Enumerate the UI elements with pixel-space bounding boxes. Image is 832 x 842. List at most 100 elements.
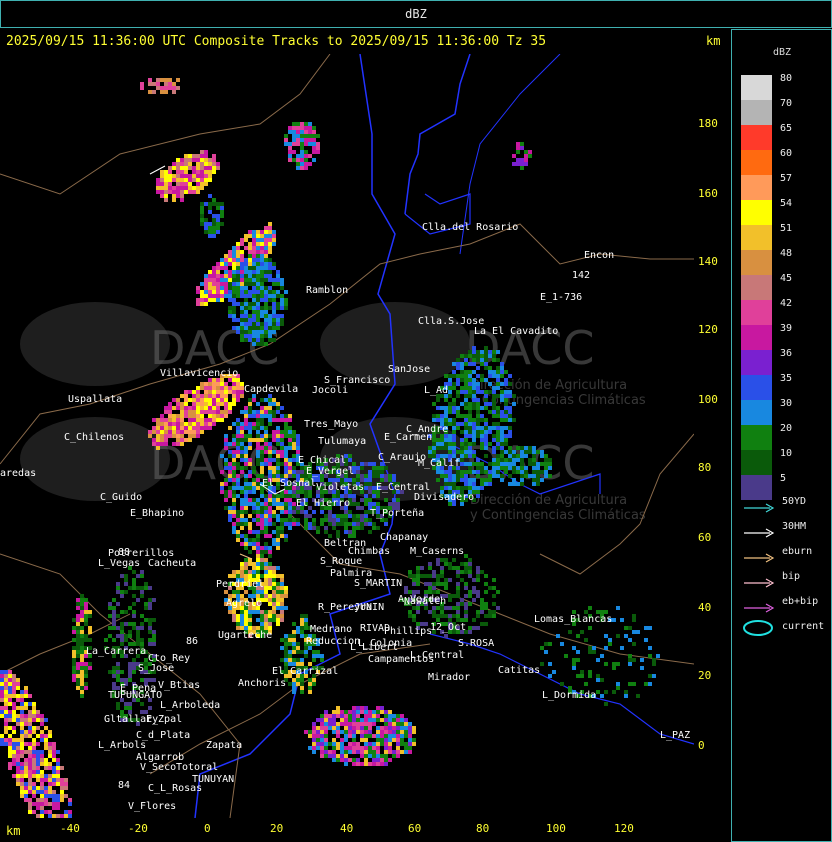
echo-pixel (508, 426, 512, 430)
echo-pixel (244, 466, 248, 470)
echo-pixel (300, 146, 304, 150)
echo-pixel (536, 482, 540, 486)
echo-pixel (348, 726, 352, 730)
echo-pixel (212, 282, 216, 286)
echo-pixel (192, 402, 196, 406)
echo-pixel (308, 122, 312, 126)
echo-pixel (384, 522, 388, 526)
echo-pixel (244, 486, 248, 490)
echo-pixel (212, 390, 216, 394)
echo-pixel (296, 490, 300, 494)
echo-pixel (252, 538, 256, 542)
echo-pixel (276, 410, 280, 414)
echo-pixel (256, 566, 260, 570)
echo-pixel (472, 370, 476, 374)
echo-pixel (180, 174, 184, 178)
echo-pixel (256, 518, 260, 522)
echo-pixel (288, 434, 292, 438)
echo-pixel (260, 414, 264, 418)
echo-pixel (212, 402, 216, 406)
echo-pixel (184, 402, 188, 406)
echo-pixel (272, 450, 276, 454)
echo-pixel (452, 362, 456, 366)
echo-pixel (172, 414, 176, 418)
echo-pixel (224, 442, 228, 446)
echo-pixel (272, 398, 276, 402)
echo-pixel (500, 418, 504, 422)
echo-pixel (228, 462, 232, 466)
echo-pixel (252, 562, 256, 566)
echo-pixel (292, 150, 296, 154)
echo-pixel (504, 466, 508, 470)
echo-pixel (168, 182, 172, 186)
echo-pixel (276, 406, 280, 410)
echo-pixel (212, 154, 216, 158)
echo-pixel (316, 526, 320, 530)
echo-pixel (288, 130, 292, 134)
echo-pixel (540, 462, 544, 466)
echo-pixel (180, 178, 184, 182)
radar-map[interactable]: DACC DACC DACC DACC Dirección de Agricul… (0, 54, 694, 818)
echo-pixel (252, 530, 256, 534)
echo-pixel (224, 458, 228, 462)
echo-pixel (296, 510, 300, 514)
echo-pixel (360, 474, 364, 478)
echo-pixel (236, 422, 240, 426)
echo-pixel (192, 170, 196, 174)
echo-pixel (476, 490, 480, 494)
echo-pixel (436, 418, 440, 422)
echo-pixel (280, 602, 284, 606)
echo-pixel (232, 390, 236, 394)
echo-pixel (220, 266, 224, 270)
echo-pixel (264, 614, 268, 618)
echo-pixel (444, 418, 448, 422)
echo-pixel (528, 450, 532, 454)
echo-pixel (152, 418, 156, 422)
echo-pixel (148, 430, 152, 434)
echo-pixel (356, 518, 360, 522)
echo-pixel (188, 186, 192, 190)
echo-pixel (192, 154, 196, 158)
echo-pixel (232, 474, 236, 478)
echo-pixel (248, 314, 252, 318)
echo-pixel (464, 386, 468, 390)
echo-pixel (464, 402, 468, 406)
echo-pixel (272, 234, 276, 238)
echo-pixel (272, 498, 276, 502)
echo-pixel (256, 522, 260, 526)
echo-pixel (272, 470, 276, 474)
echo-pixel (248, 502, 252, 506)
echo-pixel (484, 354, 488, 358)
echo-pixel (296, 158, 300, 162)
echo-pixel (276, 566, 280, 570)
echo-pixel (440, 474, 444, 478)
echo-pixel (220, 258, 224, 262)
echo-pixel (196, 178, 200, 182)
echo-pixel (452, 386, 456, 390)
echo-pixel (256, 538, 260, 542)
echo-pixel (248, 514, 252, 518)
echo-pixel (248, 618, 252, 622)
echo-pixel (224, 262, 228, 266)
echo-pixel (252, 510, 256, 514)
echo-pixel (200, 282, 204, 286)
echo-pixel (288, 446, 292, 450)
echo-pixel (456, 486, 460, 490)
echo-pixel (240, 442, 244, 446)
echo-pixel (256, 418, 260, 422)
echo-pixel (272, 582, 276, 586)
echo-pixel (492, 446, 496, 450)
echo-pixel (252, 498, 256, 502)
echo-pixel (216, 262, 220, 266)
echo-pixel (192, 426, 196, 430)
echo-pixel (284, 498, 288, 502)
echo-pixel (464, 478, 468, 482)
echo-pixel (200, 382, 204, 386)
echo-pixel (236, 514, 240, 518)
echo-pixel (488, 470, 492, 474)
echo-pixel (176, 406, 180, 410)
echo-pixel (280, 414, 284, 418)
echo-pixel (196, 426, 200, 430)
echo-pixel (372, 526, 376, 530)
echo-pixel (252, 278, 256, 282)
